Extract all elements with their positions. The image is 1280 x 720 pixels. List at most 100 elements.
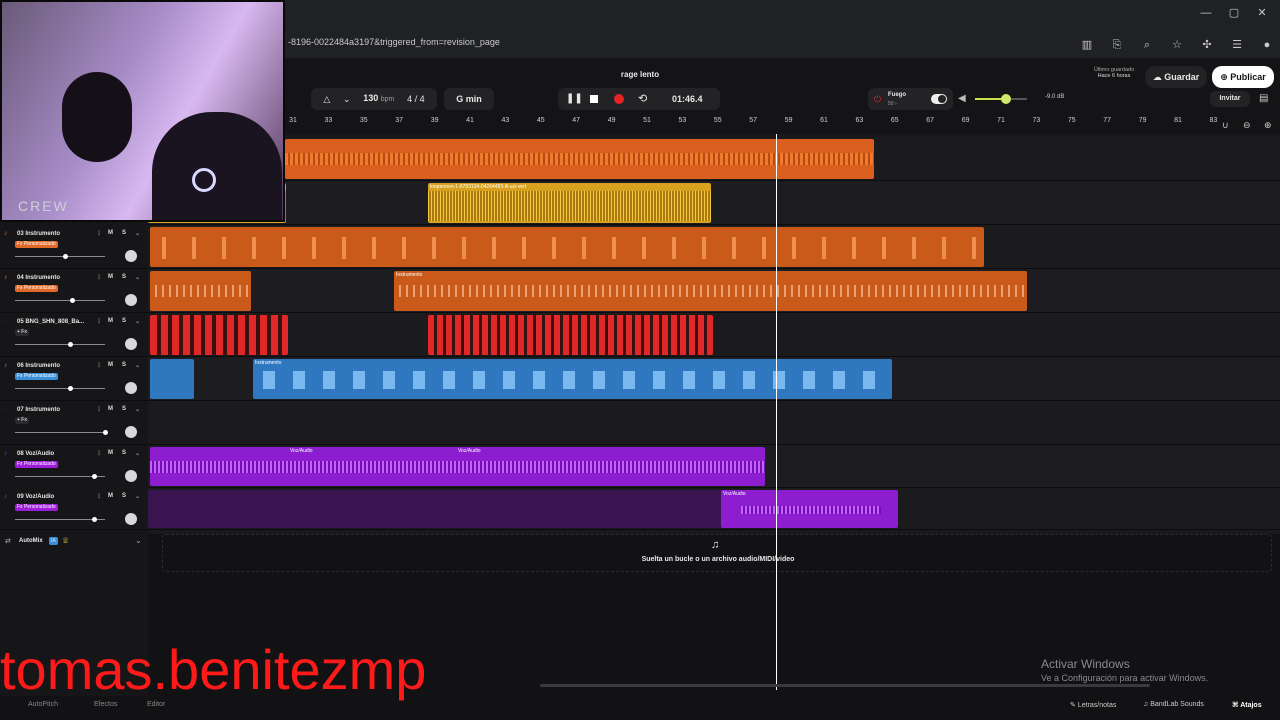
zoom-out-icon[interactable]: ⊖: [1243, 120, 1251, 131]
clip-voz-08[interactable]: Voz/Audio Voz/Audio: [150, 447, 765, 486]
loop-icon[interactable]: ⟲: [638, 88, 647, 110]
clip-orange-top[interactable]: [285, 139, 874, 179]
chevron-down-icon[interactable]: ⌄: [135, 362, 140, 369]
autopitch-tab[interactable]: AutoPitch: [28, 701, 58, 708]
pan-knob[interactable]: [125, 294, 137, 306]
bandlab-sounds-button[interactable]: ♫ BandLab Sounds: [1143, 701, 1204, 708]
fx-badge[interactable]: Fx Personalizado: [15, 504, 58, 511]
automix-row[interactable]: ⇄ AutoMix IA ♕ ⌄: [0, 534, 148, 550]
track-lane-02[interactable]: [148, 181, 1280, 225]
publish-button[interactable]: ⊕ Publicar: [1212, 66, 1274, 88]
pause-icon[interactable]: ❚❚: [566, 88, 583, 110]
master-volume-slider[interactable]: [975, 94, 1027, 104]
bpm-value[interactable]: 130 bpm: [363, 87, 394, 111]
close-window-icon[interactable]: ✕: [1253, 4, 1271, 22]
track-header[interactable]: ♪ 08 Voz/Audio ⋮ M S ⌄ Fx Personalizado: [0, 445, 148, 489]
stop-icon[interactable]: [590, 95, 598, 103]
record-icon[interactable]: [614, 94, 624, 104]
reading-list-icon[interactable]: ☰: [1228, 36, 1246, 54]
track-header[interactable]: ♪ 04 Instrumento ⋮ M S ⌄ Fx Personalizado: [0, 269, 148, 313]
track-volume-slider[interactable]: [15, 298, 105, 303]
calendar-icon[interactable]: ▤: [1259, 93, 1268, 104]
editor-tab[interactable]: Editor: [147, 701, 165, 708]
track-lane-05[interactable]: [148, 313, 1280, 357]
track-volume-slider[interactable]: [15, 517, 105, 522]
clip-instrument-03[interactable]: [150, 227, 984, 267]
address-bar[interactable]: -8196-0022484a3197&triggered_from=revisi…: [280, 30, 1070, 54]
profile-avatar[interactable]: ●: [1258, 36, 1276, 54]
clip-instrument-04b[interactable]: Instrumento: [394, 271, 1027, 311]
playhead[interactable]: [776, 134, 777, 690]
save-button[interactable]: ☁ Guardar: [1145, 66, 1207, 88]
clip-instrument-06b[interactable]: Instrumento: [253, 359, 892, 399]
mute-button[interactable]: M: [108, 274, 113, 280]
track-name[interactable]: 04 Instrumento: [17, 275, 60, 281]
fuego-toggle[interactable]: [931, 94, 947, 104]
fx-badge[interactable]: Fx Personalizado: [15, 373, 58, 380]
mute-button[interactable]: M: [108, 450, 113, 456]
chevron-down-icon[interactable]: ⌄: [135, 450, 140, 457]
chevron-down-icon[interactable]: ⌄: [135, 230, 140, 237]
invite-button[interactable]: Invitar: [1210, 91, 1250, 107]
track-header[interactable]: ♪ 09 Voz/Audio ⋮ M S ⌄ Fx Personalizado: [0, 488, 148, 530]
track-volume-slider[interactable]: [15, 342, 105, 347]
track-volume-slider[interactable]: [15, 474, 105, 479]
track-name[interactable]: 08 Voz/Audio: [17, 451, 54, 457]
chevron-down-icon[interactable]: ⌄: [135, 318, 140, 325]
fx-badge[interactable]: + Fx: [15, 417, 29, 424]
solo-button[interactable]: S: [122, 362, 126, 368]
solo-button[interactable]: S: [122, 406, 126, 412]
chevron-down-icon[interactable]: ⌄: [135, 274, 140, 281]
fx-badge[interactable]: Fx Personalizado: [15, 241, 58, 248]
track-volume-slider[interactable]: [15, 254, 105, 259]
track-volume-slider[interactable]: [15, 386, 105, 391]
chevron-down-icon[interactable]: ⌄: [135, 536, 142, 545]
pan-knob[interactable]: [125, 513, 137, 525]
track-menu-icon[interactable]: ⋮: [96, 450, 102, 457]
mute-button[interactable]: M: [108, 318, 113, 324]
solo-button[interactable]: S: [122, 274, 126, 280]
track-name[interactable]: 09 Voz/Audio: [17, 494, 54, 500]
mute-button[interactable]: M: [108, 406, 113, 412]
solo-button[interactable]: S: [122, 318, 126, 324]
clip-instrument-06a[interactable]: [150, 359, 194, 399]
minimize-icon[interactable]: —: [1197, 4, 1215, 22]
track-lane-07[interactable]: [148, 401, 1280, 445]
time-signature[interactable]: 4 / 4: [407, 88, 425, 110]
track-name[interactable]: 05 BNG_SHN_808_Ba...: [17, 319, 84, 325]
track-menu-icon[interactable]: ⋮: [96, 274, 102, 281]
pan-knob[interactable]: [125, 250, 137, 262]
zoom-in-icon[interactable]: ⊕: [1264, 120, 1272, 131]
track-header[interactable]: ♪ 06 Instrumento ⋮ M S ⌄ Fx Personalizado: [0, 357, 148, 401]
solo-button[interactable]: S: [122, 450, 126, 456]
horizontal-scrollbar[interactable]: [540, 684, 1150, 687]
chevron-down-icon[interactable]: ⌄: [135, 493, 140, 500]
atajos-button[interactable]: ⌘ Atajos: [1232, 701, 1262, 709]
magnet-icon[interactable]: ∪: [1222, 120, 1229, 131]
track-volume-slider[interactable]: [15, 430, 108, 435]
pan-knob[interactable]: [125, 338, 137, 350]
clip-instrument-04a[interactable]: [150, 271, 251, 311]
efectos-tab[interactable]: Efectos: [94, 701, 117, 708]
speaker-icon[interactable]: ◀: [958, 93, 966, 104]
solo-button[interactable]: S: [122, 493, 126, 499]
track-header[interactable]: ♪ 07 Instrumento ⋮ M S ⌄ + Fx: [0, 401, 148, 445]
key-selector[interactable]: G min: [444, 88, 494, 110]
extensions-icon[interactable]: ✣: [1198, 36, 1216, 54]
track-name[interactable]: 03 Instrumento: [17, 231, 60, 237]
pan-knob[interactable]: [125, 426, 137, 438]
drop-zone[interactable]: ♫ Suelta un bucle o un archivo audio/MID…: [162, 534, 1272, 572]
solo-button[interactable]: S: [122, 230, 126, 236]
chevron-down-icon[interactable]: ⌄: [135, 406, 140, 413]
clip-808-a[interactable]: [150, 315, 288, 355]
mute-button[interactable]: M: [108, 230, 113, 236]
fx-badge[interactable]: Fx Personalizado: [15, 285, 58, 292]
project-title[interactable]: rage lento: [600, 70, 680, 79]
maximize-icon[interactable]: ▢: [1225, 4, 1243, 22]
letras-button[interactable]: ✎ Letras/notas: [1070, 701, 1116, 709]
mute-button[interactable]: M: [108, 362, 113, 368]
track-menu-icon[interactable]: ⋮: [96, 406, 102, 413]
zoom-icon[interactable]: ⌕: [1138, 36, 1156, 54]
clip-808-b[interactable]: [428, 315, 713, 355]
metronome-icon[interactable]: △: [323, 88, 330, 110]
